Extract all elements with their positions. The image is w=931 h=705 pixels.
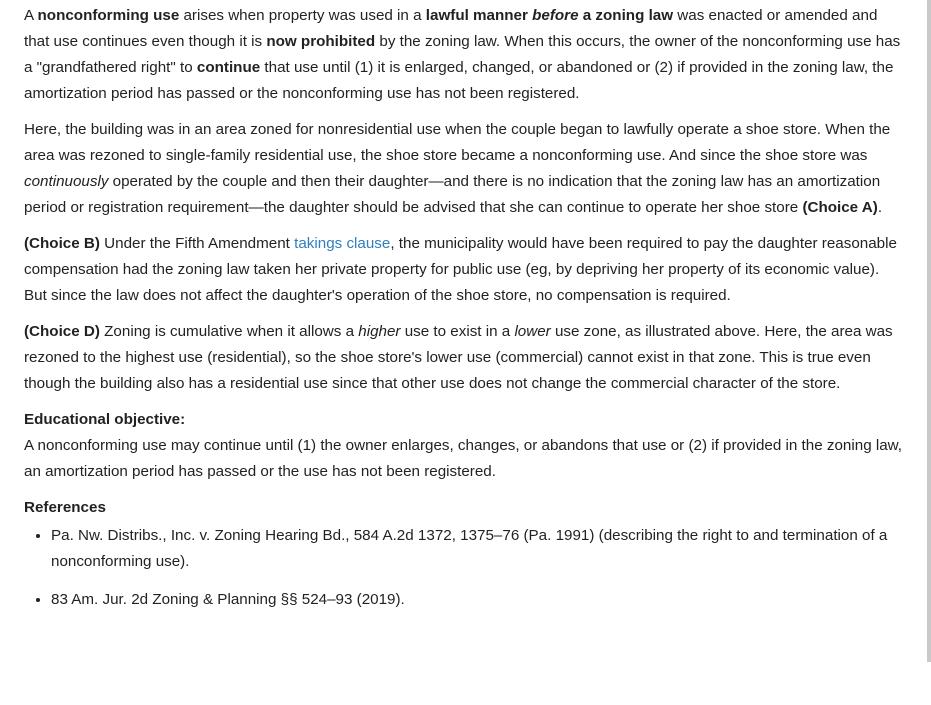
text-run: Zoning is cumulative when it allows a: [99, 323, 359, 340]
educational-objective: Educational objective: A nonconforming us…: [24, 407, 904, 485]
text-run: Here, the building was in an area zoned …: [24, 121, 891, 164]
text-run: operated by the couple and then their da…: [24, 173, 881, 216]
text-run: a zoning law: [578, 7, 674, 24]
choice-d-label: (Choice D): [24, 323, 100, 340]
takings-clause-link[interactable]: takings clause: [294, 235, 390, 252]
bold-term-nonconforming-use: nonconforming use: [37, 7, 180, 24]
choice-a-label: (Choice A): [802, 199, 878, 216]
explanation-paragraph-application: Here, the building was in an area zoned …: [24, 117, 904, 221]
text-run: lawful manner: [425, 7, 533, 24]
explanation-content: A nonconforming use arises when property…: [24, 3, 904, 625]
explanation-paragraph-rule: A nonconforming use arises when property…: [24, 3, 904, 107]
explanation-paragraph-choice-b: (Choice B) Under the Fifth Amendment tak…: [24, 231, 904, 309]
references-list: Pa. Nw. Distribs., Inc. v. Zoning Hearin…: [24, 523, 904, 613]
choice-b-label: (Choice B): [24, 235, 100, 252]
references-title: References: [24, 499, 106, 516]
text-run: arises when property was used in a: [179, 7, 426, 24]
explanation-paragraph-choice-d: (Choice D) Zoning is cumulative when it …: [24, 319, 904, 397]
text-run: use to exist in a: [400, 323, 515, 340]
reference-item: 83 Am. Jur. 2d Zoning & Planning §§ 524–…: [51, 587, 904, 613]
italic-lower: lower: [514, 323, 551, 340]
bold-term-lawful-manner: lawful manner before a zoning law: [426, 7, 673, 24]
text-run: A: [24, 7, 38, 24]
bold-italic-before: before: [532, 7, 579, 24]
educational-objective-title: Educational objective:: [24, 411, 186, 428]
italic-continuously: continuously: [24, 173, 109, 190]
bold-term-continue: continue: [196, 59, 261, 76]
text-run: .: [877, 199, 883, 216]
scrollbar[interactable]: [927, 0, 931, 662]
italic-higher: higher: [358, 323, 401, 340]
reference-item: Pa. Nw. Distribs., Inc. v. Zoning Hearin…: [51, 523, 904, 575]
educational-objective-text: A nonconforming use may continue until (…: [24, 437, 903, 480]
text-run: Under the Fifth Amendment: [99, 235, 295, 252]
bold-term-now-prohibited: now prohibited: [266, 33, 376, 50]
